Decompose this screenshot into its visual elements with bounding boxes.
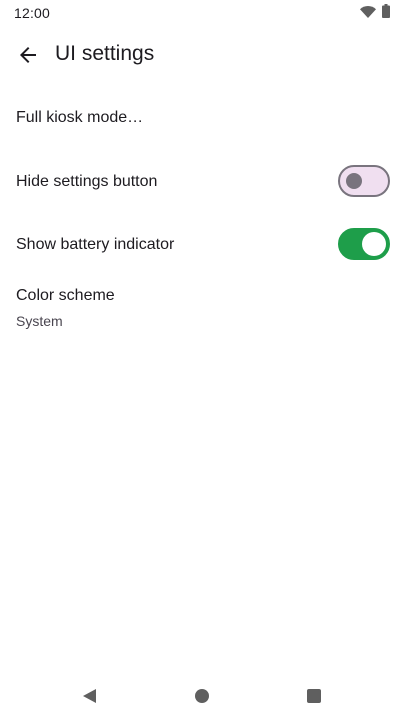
screen: 12:00 UI settings Full kiosk mode… Hide … xyxy=(0,0,405,720)
setting-label: Show battery indicator xyxy=(16,236,175,253)
setting-label: Hide settings button xyxy=(16,173,158,190)
wifi-icon xyxy=(360,6,376,18)
navigation-bar xyxy=(0,672,405,720)
status-time: 12:00 xyxy=(14,5,51,21)
setting-color-scheme[interactable]: Color scheme System xyxy=(0,278,405,338)
setting-label: Full kiosk mode… xyxy=(16,109,144,126)
hide-settings-switch[interactable] xyxy=(338,165,390,197)
setting-summary: System xyxy=(16,313,63,329)
nav-home-icon[interactable] xyxy=(195,689,209,703)
nav-recents-icon[interactable] xyxy=(307,689,321,703)
page-title: UI settings xyxy=(55,42,155,65)
setting-full-kiosk-mode[interactable]: Full kiosk mode… xyxy=(0,92,405,144)
status-bar: 12:00 xyxy=(0,0,405,26)
arrow-left-icon xyxy=(20,47,36,63)
switch-thumb xyxy=(346,173,362,189)
setting-show-battery-indicator[interactable]: Show battery indicator xyxy=(0,218,405,270)
switch-thumb xyxy=(362,232,386,256)
setting-label: Color scheme xyxy=(16,287,115,304)
back-button[interactable] xyxy=(8,35,48,75)
setting-hide-settings-button[interactable]: Hide settings button xyxy=(0,155,405,207)
battery-icon xyxy=(382,4,390,18)
battery-indicator-switch[interactable] xyxy=(338,228,390,260)
nav-back-icon[interactable] xyxy=(82,688,98,704)
app-bar: UI settings xyxy=(0,30,405,80)
